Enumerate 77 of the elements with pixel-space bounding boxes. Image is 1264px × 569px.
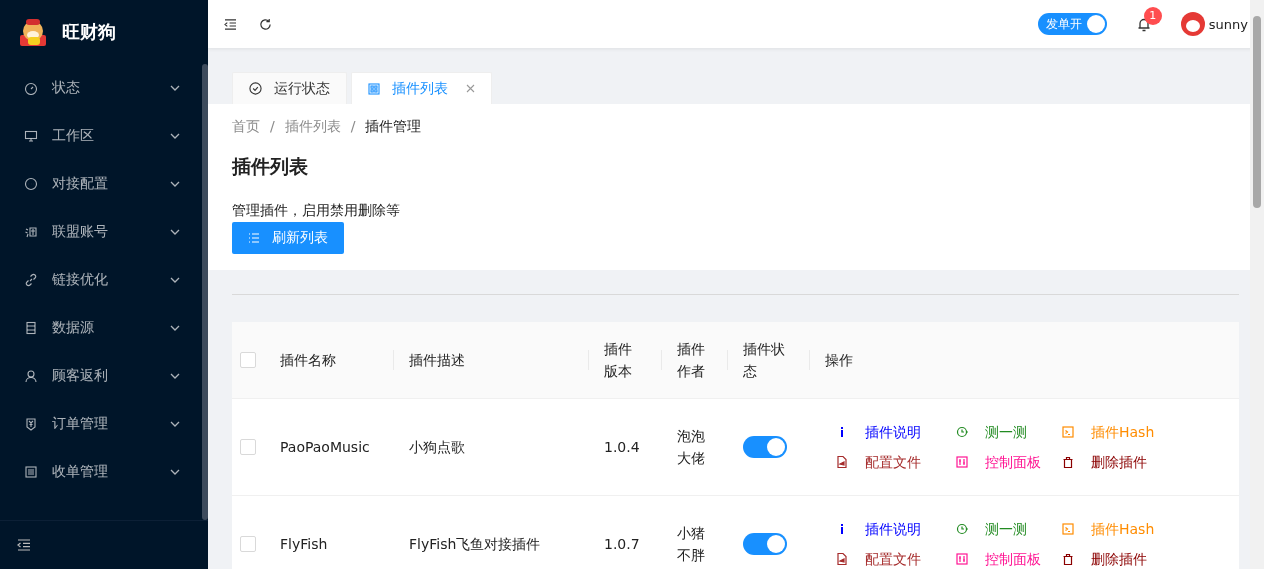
menu-fold-icon[interactable] <box>224 18 237 30</box>
page-description: 管理插件，启用禁用删除等 <box>232 202 401 220</box>
breadcrumb-link[interactable]: 首页 <box>232 118 260 136</box>
column-header: 插件名称 <box>280 352 336 368</box>
column-header: 插件描述 <box>409 352 465 368</box>
reload-icon[interactable] <box>259 17 272 31</box>
sidebar-item[interactable]: 数据源 <box>0 304 202 352</box>
action-link[interactable]: 插件说明 <box>835 518 921 540</box>
breadcrumb-link[interactable]: 插件列表 <box>284 118 341 136</box>
trash-icon <box>1061 455 1075 469</box>
dog-mascot-logo <box>18 17 48 47</box>
action-link[interactable]: 配置文件 <box>835 548 921 569</box>
action-link[interactable]: 控制面板 <box>955 451 1041 473</box>
shield-icon <box>24 417 38 431</box>
column-header: 插件状态 <box>743 341 785 379</box>
glyph-icon <box>24 225 38 239</box>
clock-icon <box>955 425 969 439</box>
terminal-icon <box>1061 425 1075 439</box>
user-icon <box>24 369 38 383</box>
link-icon <box>24 273 38 287</box>
sidebar-item[interactable]: 订单管理 <box>0 400 202 448</box>
column-header: 操作 <box>825 352 853 368</box>
notification-badge: 1 <box>1143 6 1162 25</box>
check-circle-icon <box>249 82 262 95</box>
action-link[interactable]: 测一测 <box>955 421 1027 443</box>
sliders-icon <box>955 455 969 469</box>
sidebar-item[interactable]: 联盟账号 <box>0 208 202 256</box>
sidebar-item[interactable]: 工作区 <box>0 112 202 160</box>
breadcrumb-separator: / <box>350 118 356 136</box>
bell-icon[interactable] <box>1136 16 1151 32</box>
table-cell: 泡泡大佬 <box>677 428 705 466</box>
sidebar-item[interactable]: 对接配置 <box>0 160 202 208</box>
terminal-icon <box>1061 522 1075 536</box>
status-toggle[interactable] <box>743 436 787 458</box>
status-toggle[interactable] <box>743 533 787 555</box>
database-icon <box>24 321 38 335</box>
clock-icon <box>955 522 969 536</box>
checkbox[interactable] <box>240 439 256 455</box>
action-link[interactable]: 删除插件 <box>1061 451 1147 473</box>
sidebar-item[interactable]: 状态 <box>0 64 202 112</box>
table-cell: 小狗点歌 <box>409 439 465 455</box>
breadcrumb-item: 插件管理 <box>365 118 422 136</box>
monitor-icon <box>24 129 38 143</box>
tab[interactable]: 运行状态 <box>232 72 347 104</box>
action-link[interactable]: 配置文件 <box>835 451 921 473</box>
apps-icon <box>368 82 380 95</box>
gauge-icon <box>24 81 38 95</box>
breadcrumb-separator: / <box>270 118 275 136</box>
checkbox[interactable] <box>240 352 256 368</box>
sidebar-item[interactable]: 链接优化 <box>0 256 202 304</box>
action-link[interactable]: 控制面板 <box>955 548 1041 569</box>
close-icon[interactable] <box>466 84 475 93</box>
table-cell: 1.0.7 <box>604 536 640 552</box>
avatar-icon[interactable] <box>1180 12 1205 36</box>
sidebar-item[interactable]: 收单管理 <box>0 448 202 496</box>
menu-fold-icon[interactable] <box>17 539 31 551</box>
page-title: 插件列表 <box>232 154 309 179</box>
scrollbar-thumb[interactable] <box>1253 16 1261 208</box>
table-cell: PaoPaoMusic <box>280 439 370 455</box>
column-header: 插件版本 <box>604 341 632 379</box>
sliders-icon <box>955 552 969 566</box>
action-link[interactable]: 测一测 <box>955 518 1027 540</box>
file-icon <box>835 455 849 469</box>
sidebar-item[interactable]: 顾客返利 <box>0 352 202 400</box>
table-cell: FlyFish飞鱼对接插件 <box>409 536 541 552</box>
checkbox[interactable] <box>240 536 256 552</box>
brand-name: 旺财狗 <box>62 20 116 44</box>
file-icon <box>835 552 849 566</box>
column-header: 插件作者 <box>677 341 705 379</box>
scrollbar-thumb[interactable] <box>202 64 208 520</box>
table-cell: FlyFish <box>280 536 328 552</box>
table-cell: 小猪不胖 <box>677 525 705 563</box>
action-link[interactable]: 删除插件 <box>1061 548 1147 569</box>
table-cell: 1.0.4 <box>604 439 640 455</box>
user-name[interactable]: sunny <box>1208 16 1248 32</box>
trash-icon <box>1061 552 1075 566</box>
action-link[interactable]: 插件说明 <box>835 421 921 443</box>
